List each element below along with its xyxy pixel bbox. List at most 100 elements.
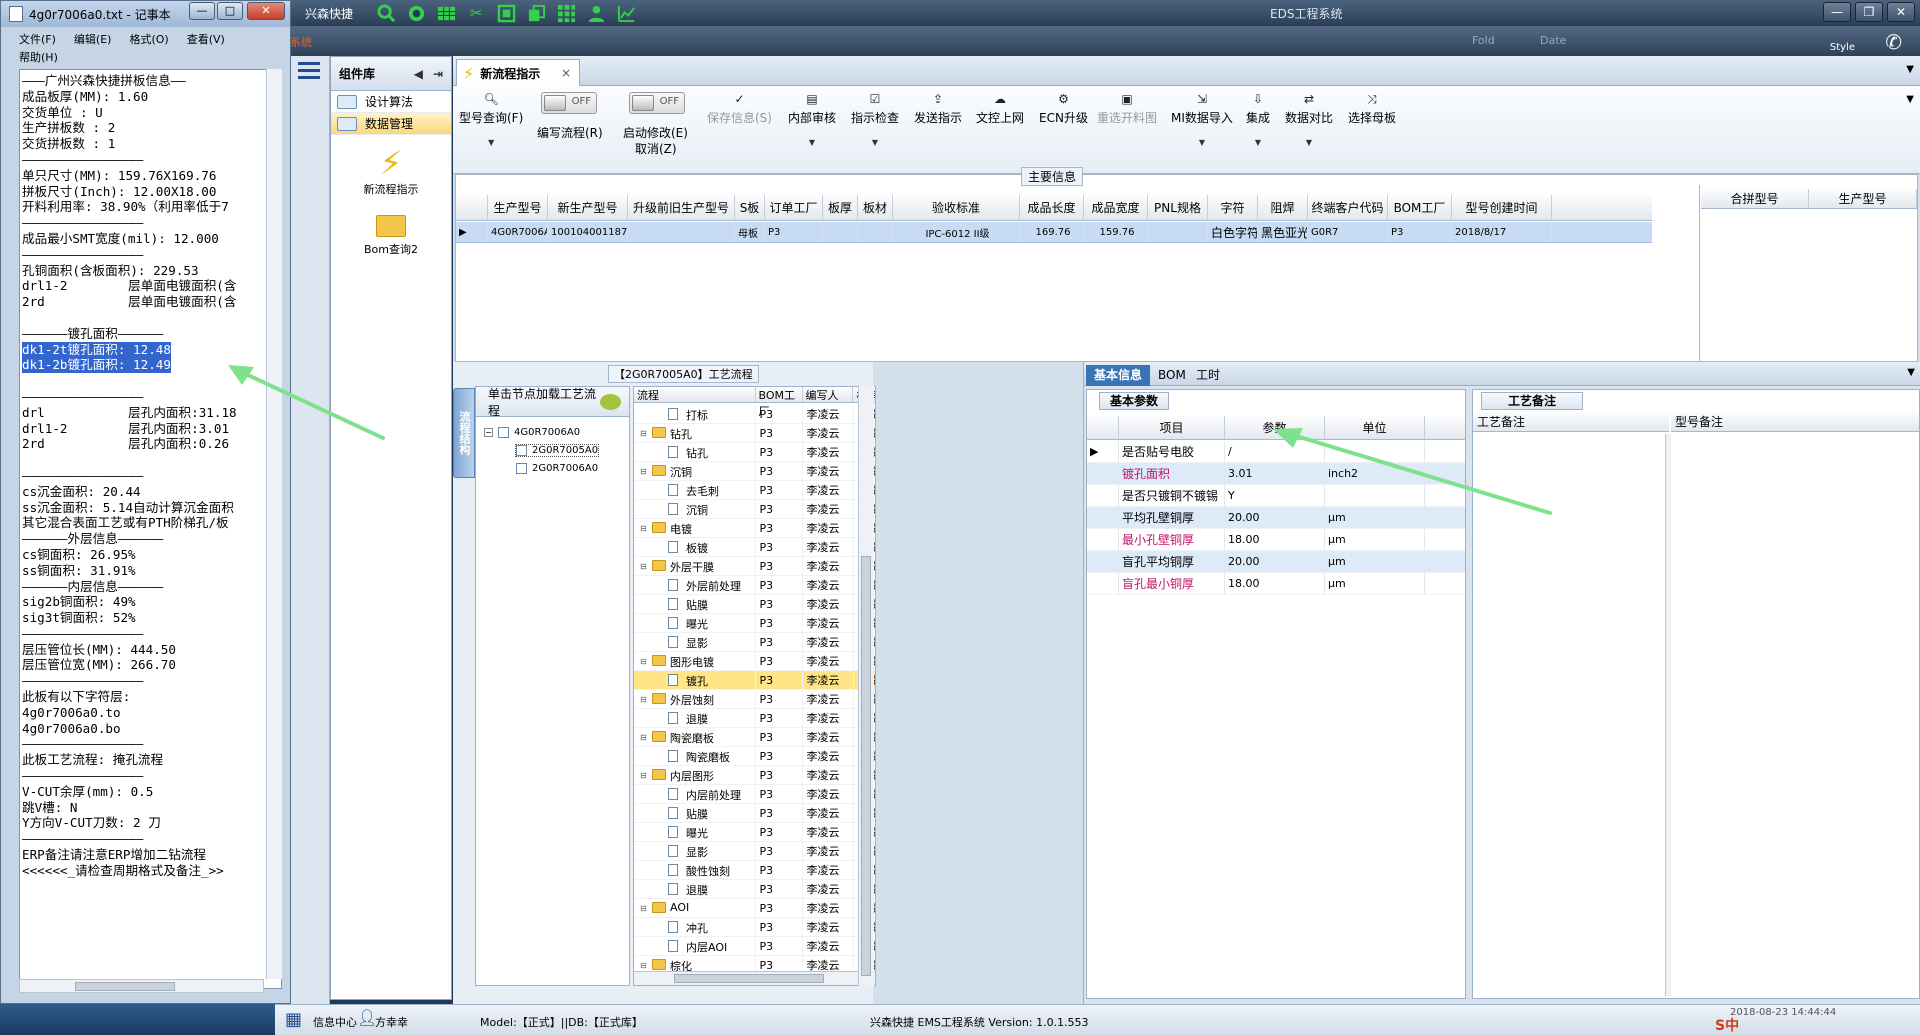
param-row[interactable]: 是否只镀铜不镀锡 Y bbox=[1087, 485, 1465, 507]
menu-file[interactable]: 文件(F) bbox=[19, 33, 56, 46]
flow-row[interactable]: ⊟沉铜P3李凌云李凌云已 bbox=[634, 461, 875, 481]
horizontal-scrollbar[interactable] bbox=[634, 971, 875, 985]
chevron-down-icon[interactable]: ▼ bbox=[1906, 94, 1914, 105]
style-menu[interactable]: Style bbox=[1830, 42, 1855, 53]
flow-row[interactable]: ⊟外层蚀刻P3李凌云李凌云已 bbox=[634, 689, 875, 709]
param-row[interactable]: 平均孔壁铜厚 20.00 μm bbox=[1087, 507, 1465, 529]
chevron-down-icon[interactable]: ▼ bbox=[1907, 367, 1915, 378]
horizontal-scrollbar[interactable] bbox=[19, 979, 264, 993]
column-header[interactable]: 板厚 bbox=[823, 195, 858, 220]
column-header[interactable]: 终端客户代码 bbox=[1308, 195, 1388, 220]
param-value[interactable]: 20.00 bbox=[1225, 551, 1325, 572]
flow-row[interactable]: 钻孔P3李凌云李凌云已 bbox=[634, 442, 875, 462]
chevron-down-icon[interactable]: ▼ bbox=[1906, 64, 1914, 75]
column-header[interactable]: 新生产型号 bbox=[548, 195, 628, 220]
column-header[interactable]: 升级前旧生产型号 bbox=[628, 195, 735, 220]
column-header[interactable]: 合拼型号 bbox=[1701, 189, 1809, 208]
restore-button[interactable]: ❐ bbox=[1855, 2, 1883, 22]
hamburger-icon[interactable] bbox=[298, 62, 320, 80]
param-row[interactable]: 镀孔面积 3.01 inch2 bbox=[1087, 463, 1465, 485]
chevron-left-icon[interactable]: ◀ bbox=[414, 67, 423, 81]
send-instruction-button[interactable]: ⇪ 发送指示 bbox=[914, 92, 962, 126]
internal-review-button[interactable]: ▤ 内部审核 ▼ bbox=[788, 92, 836, 147]
param-value[interactable]: 18.00 bbox=[1225, 573, 1325, 594]
process-remark-input[interactable] bbox=[1475, 434, 1663, 994]
column-header[interactable]: 工艺备注 bbox=[1473, 412, 1669, 432]
column-header[interactable]: 字符 bbox=[1208, 195, 1258, 220]
flow-row[interactable]: 冲孔P3李凌云李凌云已 bbox=[634, 917, 875, 937]
model-query-button[interactable]: 🔍︎ 型号查询(F) ▼ bbox=[459, 92, 523, 147]
close-button[interactable]: ✕ bbox=[1887, 2, 1915, 22]
save-info-button[interactable]: ✓ 保存信息(S) bbox=[707, 92, 772, 126]
component-item-data[interactable]: 数据管理 bbox=[331, 113, 451, 135]
tab-new-flow[interactable]: ⚡ 新流程指示 × bbox=[456, 59, 580, 86]
menu-help[interactable]: 帮助(H) bbox=[19, 51, 58, 64]
column-header[interactable]: 编写人 bbox=[803, 387, 854, 402]
mi-import-button[interactable]: ⇲ MI数据导入 ▼ bbox=[1171, 92, 1233, 147]
scissors-icon[interactable]: ✂ bbox=[465, 3, 487, 23]
menu-view[interactable]: 查看(V) bbox=[187, 33, 225, 46]
param-value[interactable]: / bbox=[1225, 441, 1325, 462]
column-header[interactable]: 生产型号 bbox=[1809, 189, 1917, 208]
flow-row[interactable]: ⊟外层干膜P3李凌云李凌云已 bbox=[634, 556, 875, 576]
column-header[interactable]: PNL规格 bbox=[1148, 195, 1208, 220]
flow-row[interactable]: 内层前处理P3李凌云李凌云已 bbox=[634, 784, 875, 804]
grid-icon[interactable] bbox=[555, 3, 577, 23]
scroll-thumb[interactable] bbox=[674, 974, 824, 983]
param-row[interactable]: 盲孔平均铜厚 20.00 μm bbox=[1087, 551, 1465, 573]
flow-row[interactable]: ⊟内层图形P3李凌云李凌云已 bbox=[634, 765, 875, 785]
column-header[interactable]: 成品宽度 bbox=[1084, 195, 1148, 220]
tree-node[interactable]: 2G0R7006A0 bbox=[516, 463, 598, 474]
param-row[interactable]: ▶ 是否贴号电胶 / bbox=[1087, 441, 1465, 463]
flow-row[interactable]: 退膜P3李凌云李凌云已 bbox=[634, 708, 875, 728]
flow-row[interactable]: 沉铜P3李凌云李凌云已 bbox=[634, 499, 875, 519]
reselect-cutting-button[interactable]: ▣ 重选开料图 bbox=[1097, 92, 1157, 126]
checkbox[interactable] bbox=[516, 463, 527, 474]
tab-flow-structure[interactable]: 流程结构 bbox=[453, 388, 475, 478]
collapse-icon[interactable]: ⊟ bbox=[640, 429, 647, 438]
column-header[interactable]: 流程 bbox=[634, 387, 756, 402]
menu-format[interactable]: 格式(O) bbox=[129, 33, 168, 46]
start-edit-toggle[interactable]: OFF bbox=[629, 92, 685, 114]
vertical-scrollbar[interactable] bbox=[1665, 434, 1671, 996]
param-row[interactable]: 最小孔壁铜厚 18.00 μm bbox=[1087, 529, 1465, 551]
chart-icon[interactable] bbox=[615, 3, 637, 23]
column-header[interactable]: 型号备注 bbox=[1671, 412, 1919, 432]
column-header[interactable]: 生产型号 bbox=[488, 195, 548, 220]
flow-row[interactable]: 酸性蚀刻P3李凌云李凌云已 bbox=[634, 860, 875, 880]
component-item-design[interactable]: 设计算法 bbox=[331, 91, 451, 113]
flow-row[interactable]: ⊟AOIP3李凌云李凌云已 bbox=[634, 898, 875, 918]
flow-row[interactable]: 曝光P3李凌云李凌云已 bbox=[634, 613, 875, 633]
notepad-close-button[interactable]: ✕ bbox=[247, 2, 285, 20]
write-flow-toggle[interactable]: OFF bbox=[541, 92, 597, 114]
film-icon[interactable] bbox=[495, 3, 517, 23]
ime-icon[interactable]: S中 bbox=[1715, 1015, 1739, 1035]
doc-online-button[interactable]: ☁ 文控上网 bbox=[976, 92, 1024, 126]
column-header[interactable]: 参数 bbox=[1225, 416, 1325, 439]
chat-bubble-icon[interactable] bbox=[600, 393, 621, 410]
notepad-text-area[interactable]: ———广州兴森快捷拼板信息—— 成品板厚(MM): 1.60 交货单位 : U 生产拼… bbox=[19, 69, 282, 989]
flow-row[interactable]: ⊟电镀P3李凌云李凌云已 bbox=[634, 518, 875, 538]
param-value[interactable]: Y bbox=[1225, 485, 1325, 506]
flow-row[interactable]: 退膜P3李凌云李凌云已 bbox=[634, 879, 875, 899]
vertical-scrollbar[interactable] bbox=[266, 69, 282, 979]
flow-row[interactable]: 贴膜P3李凌云李凌云已 bbox=[634, 803, 875, 823]
minimize-button[interactable]: — bbox=[1823, 2, 1851, 22]
flow-row[interactable]: ⊟陶瓷磨板P3李凌云李凌云已 bbox=[634, 727, 875, 747]
collapse-icon[interactable]: − bbox=[484, 428, 493, 437]
flow-row[interactable]: ⊟钻孔P3李凌云李凌云已 bbox=[634, 423, 875, 443]
info-center-label[interactable]: 信息中心 bbox=[313, 1014, 357, 1030]
notepad-maximize-button[interactable]: □ bbox=[217, 2, 243, 20]
tab-basic-info[interactable]: 基本信息 bbox=[1086, 365, 1151, 386]
flow-row[interactable]: 显影P3李凌云李凌云已 bbox=[634, 632, 875, 652]
flow-row[interactable]: 贴膜P3李凌云李凌云已 bbox=[634, 594, 875, 614]
flow-row[interactable]: 板镀P3李凌云李凌云已 bbox=[634, 537, 875, 557]
flow-row[interactable]: 内层AOIP3李凌云李凌云已 bbox=[634, 936, 875, 956]
param-row[interactable]: 盲孔最小铜厚 18.00 μm bbox=[1087, 573, 1465, 595]
column-header[interactable]: BOM工厂 bbox=[756, 387, 803, 418]
flow-row[interactable]: 陶瓷磨板P3李凌云李凌云已 bbox=[634, 746, 875, 766]
column-header[interactable]: S板 bbox=[735, 195, 765, 220]
column-header[interactable]: 单位 bbox=[1325, 416, 1425, 439]
param-value[interactable]: 20.00 bbox=[1225, 507, 1325, 528]
integrate-button[interactable]: ⇩ 集成 ▼ bbox=[1246, 92, 1270, 147]
